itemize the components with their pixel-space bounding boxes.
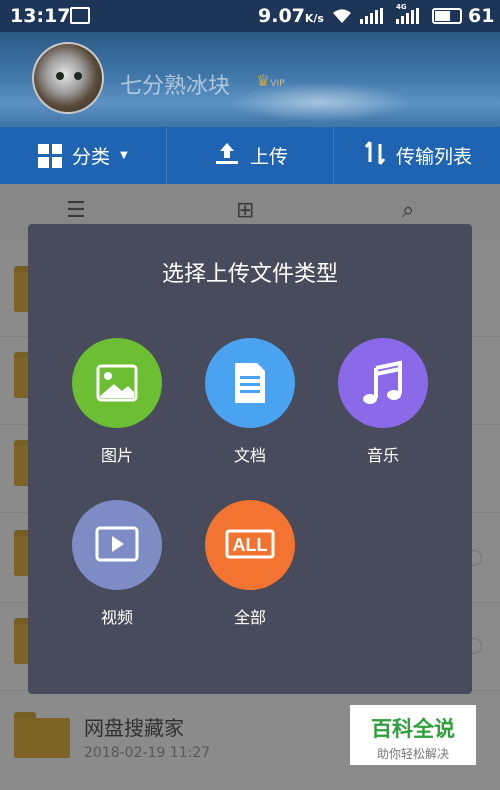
tab-category-label: 分类 <box>72 146 111 168</box>
network-speed: 9.07K/s <box>258 5 324 27</box>
avatar[interactable] <box>32 42 104 114</box>
tab-upload[interactable]: 上传 <box>214 127 288 184</box>
network-type: 4G <box>396 3 407 11</box>
option-image-label: 图片 <box>100 446 133 465</box>
option-video[interactable]: 视频 <box>67 500 167 628</box>
dialog-title: 选择上传文件类型 <box>161 262 338 287</box>
svg-text:ALL: ALL <box>233 535 268 555</box>
document-icon <box>205 338 295 428</box>
grid-icon <box>38 143 62 168</box>
option-music-label: 音乐 <box>366 446 399 465</box>
tab-transfer-list[interactable]: 传输列表 <box>364 127 472 184</box>
watermark-title: 百科全说 <box>371 717 455 741</box>
tab-upload-label: 上传 <box>250 146 289 168</box>
tab-category[interactable]: 分类 ▼ <box>38 127 128 184</box>
option-image[interactable]: 图片 <box>67 338 167 466</box>
battery-icon <box>432 8 462 24</box>
video-icon <box>72 500 162 590</box>
option-music[interactable]: 音乐 <box>333 338 433 466</box>
wifi-icon <box>330 5 354 30</box>
signal-icon <box>360 8 383 24</box>
transfer-icon <box>364 140 386 171</box>
option-document[interactable]: 文档 <box>200 338 300 466</box>
upload-icon <box>214 141 240 170</box>
option-video-label: 视频 <box>100 608 133 627</box>
status-time: 13:17 <box>10 5 71 27</box>
gallery-notification-icon <box>70 7 90 24</box>
watermark-subtitle: 助你轻松解决 <box>376 747 449 761</box>
image-icon <box>72 338 162 428</box>
option-all[interactable]: ALL 全部 <box>200 500 300 628</box>
option-document-label: 文档 <box>233 446 266 465</box>
profile-header: 七分熟冰块 ♛VIP <box>0 32 500 127</box>
watermark-logo: 百科全说 助你轻松解决 <box>350 705 476 765</box>
tab-bar: 分类 ▼ 上传 传输列表 <box>0 127 500 184</box>
battery-level: 61 <box>468 5 495 27</box>
tab-transfer-label: 传输列表 <box>396 146 473 168</box>
option-all-label: 全部 <box>233 608 266 627</box>
music-icon <box>338 338 428 428</box>
vip-crown-icon: ♛VIP <box>256 71 285 90</box>
status-bar: 13:17 9.07K/s 4G 61 <box>0 0 500 32</box>
all-icon: ALL <box>205 500 295 590</box>
username: 七分熟冰块 <box>120 74 231 99</box>
upload-type-dialog: 选择上传文件类型 图片 文档 音乐 视频 ALL 全部 <box>28 224 472 694</box>
caret-down-icon: ▼ <box>120 150 128 161</box>
